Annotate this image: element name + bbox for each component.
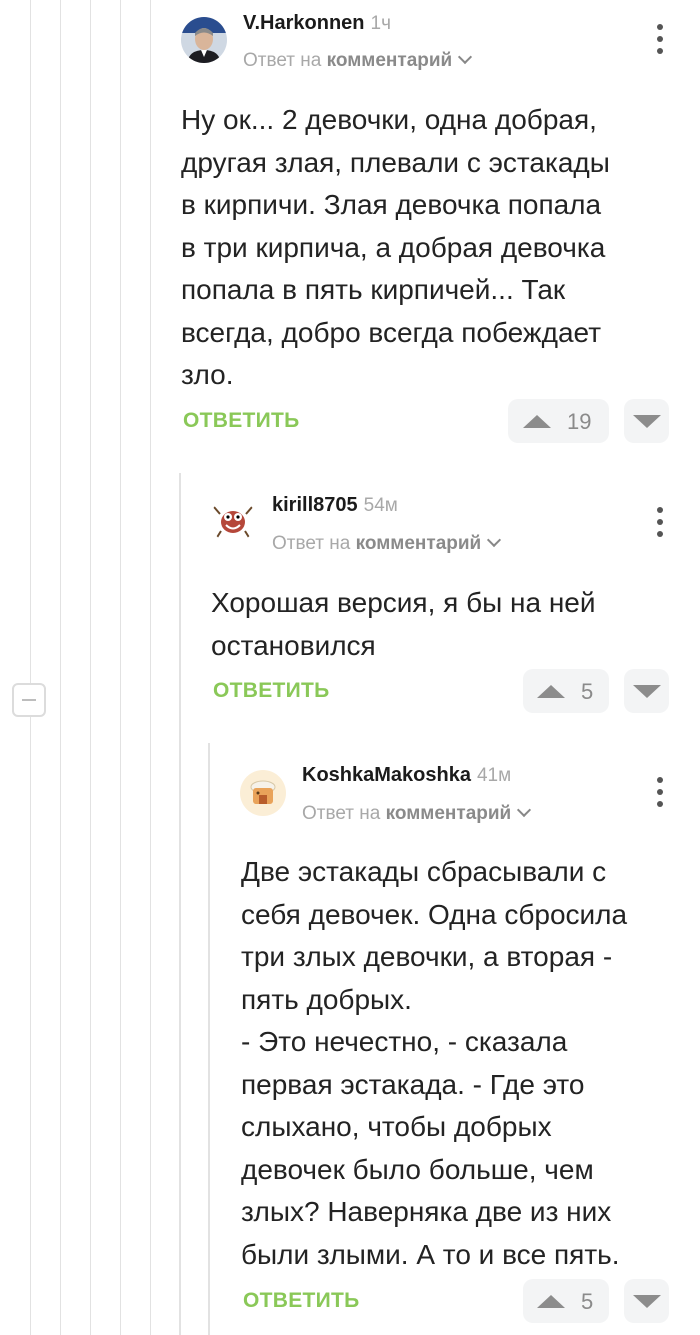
more-options-icon[interactable] — [650, 775, 670, 809]
reply-prefix: Ответ на — [302, 803, 381, 824]
upvote-icon — [537, 1295, 565, 1308]
vote-score: 5 — [581, 1289, 594, 1314]
chevron-down-icon — [517, 802, 532, 818]
reply-target: комментарий — [385, 803, 512, 824]
comment-author[interactable]: KoshkaMakoshka 41м — [302, 764, 511, 787]
downvote-button[interactable] — [624, 1279, 669, 1323]
comment-time: 41м — [476, 765, 512, 786]
downvote-icon — [633, 1295, 661, 1308]
reply-to-link[interactable]: Ответ на комментарий — [302, 802, 532, 825]
upvote-button[interactable]: 5 — [523, 1279, 609, 1323]
username[interactable]: KoshkaMakoshka — [302, 764, 471, 786]
comment: KoshkaMakoshka 41м Ответ на комментарий Д… — [0, 0, 700, 1335]
cat-hat-avatar[interactable] — [240, 770, 286, 816]
comment-text: Две эстакады сбрасывали с себя девочек. … — [241, 856, 628, 1270]
reply-button[interactable]: ОТВЕТИТЬ — [243, 1289, 360, 1313]
